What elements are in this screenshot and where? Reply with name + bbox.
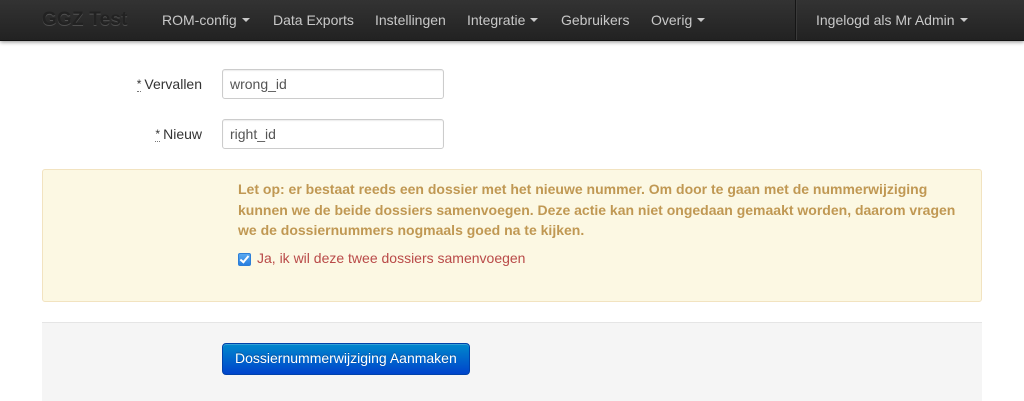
merge-confirm-label[interactable]: Ja, ik wil deze twee dossiers samenvoege… xyxy=(257,250,525,266)
nav-item-gebruikers[interactable]: Gebruikers xyxy=(561,0,629,40)
caret-down-icon xyxy=(530,18,539,23)
brand-logo[interactable]: GGZ Test xyxy=(42,9,128,31)
nav-item-label: Integratie xyxy=(467,12,526,28)
warning-message: Let op: er bestaat reeds een dossier met… xyxy=(238,181,956,238)
nav-item-label: Instellingen xyxy=(375,12,446,28)
required-marker: * xyxy=(155,127,161,142)
nieuw-input[interactable] xyxy=(222,119,444,149)
caret-down-icon xyxy=(959,18,968,23)
merge-confirm-checkbox[interactable] xyxy=(238,253,251,266)
nav-divider xyxy=(795,0,796,40)
nav-item-overig[interactable]: Overig xyxy=(651,0,706,40)
nav-item-instellingen[interactable]: Instellingen xyxy=(375,0,446,40)
field-label-vervallen: * Vervallen xyxy=(42,76,202,92)
field-label-nieuw: * Nieuw xyxy=(42,126,202,142)
caret-down-icon xyxy=(697,18,706,23)
form-actions: Dossiernummerwijziging Aanmaken xyxy=(42,322,982,401)
check-icon xyxy=(239,253,250,264)
user-menu[interactable]: Ingelogd als Mr Admin xyxy=(816,0,968,40)
caret-down-icon xyxy=(241,18,250,23)
field-label-text: Nieuw xyxy=(163,126,202,142)
nav-item-label: ROM-config xyxy=(162,12,237,28)
top-navbar: GGZ Test ROM-config Data Exports Instell… xyxy=(0,0,1024,41)
nav-item-rom-config[interactable]: ROM-config xyxy=(162,0,250,40)
required-marker: * xyxy=(136,77,142,92)
user-menu-label: Ingelogd als Mr Admin xyxy=(816,12,955,28)
nav-item-label: Gebruikers xyxy=(561,12,630,28)
nav-item-label: Data Exports xyxy=(273,12,354,28)
submit-button[interactable]: Dossiernummerwijziging Aanmaken xyxy=(222,343,470,375)
field-label-text: Vervallen xyxy=(144,76,202,92)
vervallen-input[interactable] xyxy=(222,69,444,99)
nav-item-label: Overig xyxy=(651,12,693,28)
nav-item-integratie[interactable]: Integratie xyxy=(467,0,539,40)
merge-warning-alert: Let op: er bestaat reeds een dossier met… xyxy=(42,169,982,302)
nav-item-data-exports[interactable]: Data Exports xyxy=(273,0,354,40)
